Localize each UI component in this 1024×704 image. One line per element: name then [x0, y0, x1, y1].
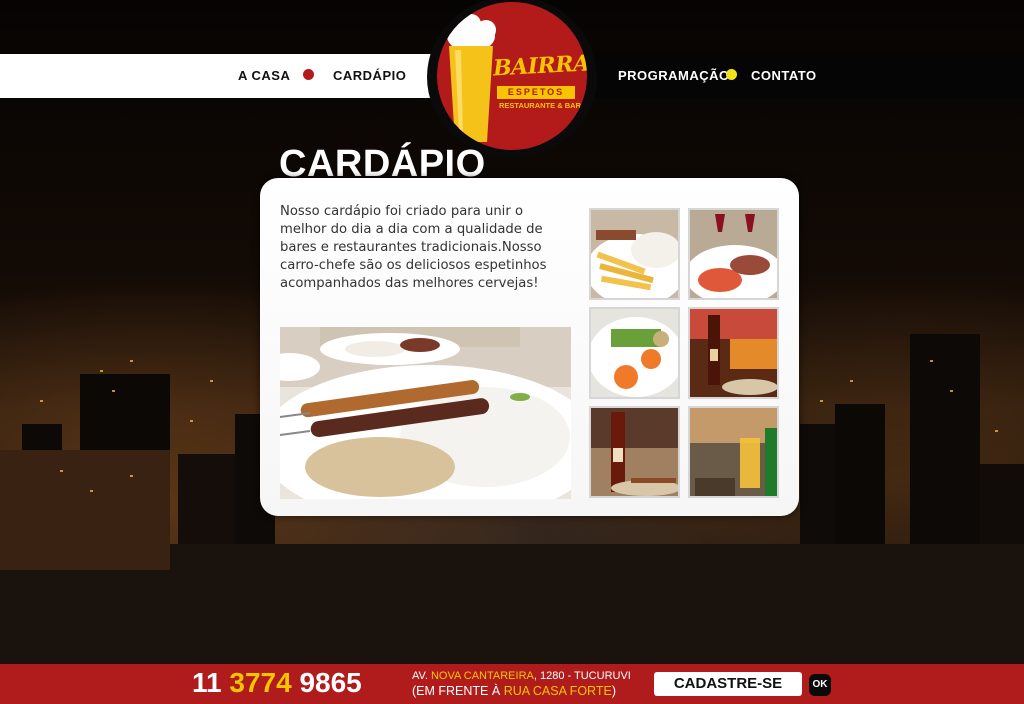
- phone-part-2: 9865: [299, 667, 362, 698]
- address-prefix: AV.: [412, 670, 428, 682]
- gallery-thumb-5[interactable]: [589, 406, 680, 498]
- skewer-dish-photo: [280, 327, 571, 499]
- phone-part-1: 3774: [229, 667, 292, 698]
- logo-espetos: ESPETOS: [497, 86, 575, 99]
- newsletter-signup-button[interactable]: CADASTRE-SE: [654, 672, 802, 696]
- phone-area-code: 11: [192, 667, 222, 698]
- ok-button[interactable]: OK: [809, 674, 831, 696]
- nav-link-contato[interactable]: CONTATO: [751, 68, 817, 83]
- address-line2-suffix: ): [611, 684, 616, 698]
- nav-separator-dot: [726, 69, 737, 80]
- nav-link-programacao[interactable]: PROGRAMAÇÃO: [618, 68, 730, 83]
- beer-glass-icon: [446, 14, 496, 142]
- gallery-thumb-1[interactable]: [589, 208, 680, 300]
- phone-number[interactable]: 11 3774 9865: [192, 667, 362, 699]
- address-line2-street: RUA CASA FORTE: [503, 684, 612, 698]
- nav-link-a-casa[interactable]: A CASA: [238, 68, 290, 83]
- nav-separator-dot: [303, 69, 314, 80]
- gallery-thumb-3[interactable]: [589, 307, 680, 399]
- address: AV. NOVA CANTAREIRA, 1280 - TUCURUVI (EM…: [412, 669, 631, 699]
- address-suffix: , 1280 - TUCURUVI: [533, 670, 631, 682]
- gallery-thumb-6[interactable]: [688, 406, 779, 498]
- gallery-thumb-4[interactable]: [688, 307, 779, 399]
- bairrada-logo[interactable]: BAIRRADA ESPETOS RESTAURANTE & BAR: [437, 2, 587, 150]
- address-line2-prefix: (EM FRENTE À: [412, 684, 501, 698]
- logo-name: BAIRRADA: [492, 48, 587, 82]
- gallery-thumb-2[interactable]: [688, 208, 779, 300]
- menu-intro-text: Nosso cardápio foi criado para unir o me…: [280, 204, 547, 291]
- nav-link-cardapio[interactable]: CARDÁPIO: [333, 68, 406, 83]
- address-street: NOVA CANTAREIRA: [430, 670, 534, 682]
- logo-tagline: RESTAURANTE & BAR: [499, 101, 581, 110]
